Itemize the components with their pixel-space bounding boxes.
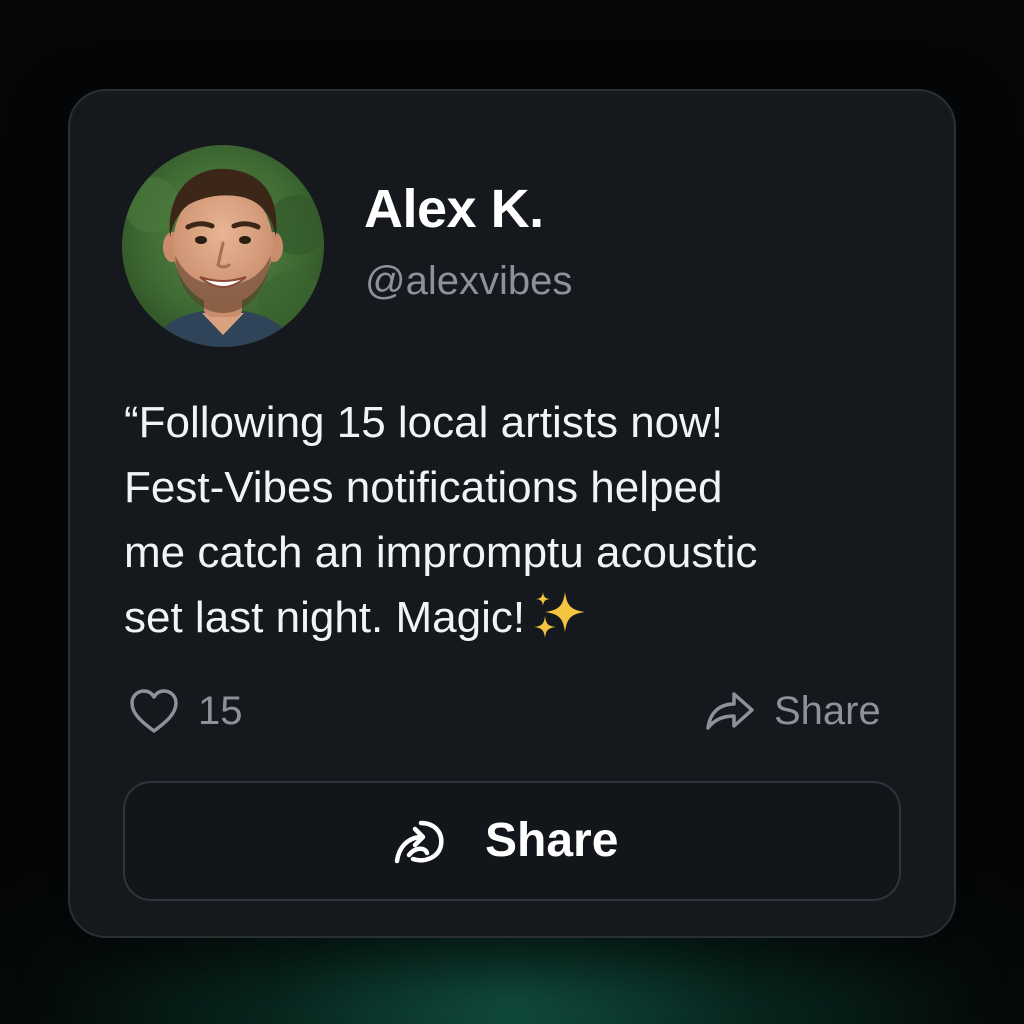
avatar — [122, 145, 324, 347]
heart-outline-icon[interactable] — [128, 687, 180, 735]
share-link[interactable]: Share — [704, 684, 898, 738]
user-handle: @alexvibes — [365, 259, 573, 303]
post-line: Fest-Vibes notifications helped — [124, 463, 723, 512]
user-name: Alex K. — [364, 179, 544, 239]
post-line-last: set last night. Magic! — [124, 585, 924, 650]
share-swirl-icon — [391, 817, 447, 867]
share-arrow-icon — [704, 686, 756, 732]
sparkles-icon — [531, 590, 589, 640]
post-line-text: set last night. Magic! — [124, 593, 526, 642]
post-text: “Following 15 local artists now! Fest-Vi… — [124, 390, 924, 650]
avatar-photo — [122, 145, 324, 347]
share-button-label: Share — [485, 814, 619, 867]
like-count: 15 — [198, 689, 243, 733]
share-link-label: Share — [774, 689, 881, 733]
post-line: me catch an impromptu acoustic — [124, 528, 758, 577]
share-button[interactable]: Share — [123, 781, 901, 901]
post-line: “Following 15 local artists now! — [124, 398, 724, 447]
